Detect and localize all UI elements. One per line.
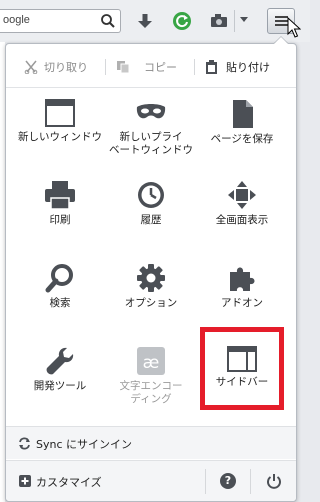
reload-extension-icon[interactable] [172, 11, 192, 31]
paste-label: 貼り付け [226, 61, 270, 74]
new-window-button[interactable]: 新しいウィンドウ [16, 99, 104, 173]
clipboard-icon [206, 59, 217, 74]
fullscreen-button[interactable]: 全画面表示 [198, 180, 286, 254]
find-label: 検索 [49, 297, 71, 309]
screenshot-icon[interactable] [209, 11, 229, 31]
new-window-label: 新しいウィンドウ [18, 131, 102, 143]
menu-separator [6, 87, 296, 88]
search-icon[interactable] [100, 13, 116, 29]
save-page-button[interactable]: ページを保存 [198, 99, 286, 173]
search-input-text: oogle [3, 14, 30, 26]
new-private-window-label: 新しいプライ ベートウィンドウ [109, 131, 193, 156]
svg-text:æ: æ [143, 353, 160, 373]
footer-divider [205, 469, 206, 494]
sync-icon [19, 437, 30, 450]
cut-label: 切り取り [44, 61, 88, 74]
history-label: 履歴 [140, 214, 162, 226]
options-button[interactable]: オプション [107, 263, 195, 337]
save-page-icon [233, 100, 253, 128]
scissors-icon [24, 60, 38, 74]
private-mask-icon [136, 104, 166, 119]
toolbar-divider [234, 10, 235, 32]
power-icon[interactable] [266, 473, 282, 489]
plus-icon [19, 475, 31, 487]
save-page-label: ページを保存 [210, 133, 274, 145]
print-button[interactable]: 印刷 [16, 180, 104, 254]
addons-label: アドオン [221, 297, 263, 309]
wrench-icon [46, 347, 74, 375]
panel-arrow-fill [274, 37, 288, 44]
addons-button[interactable]: アドオン [198, 263, 286, 337]
sync-signin-label: Sync にサインイン [36, 438, 133, 451]
edit-controls: 切り取り コピー 貼り付け [6, 52, 296, 82]
highlight-box [200, 327, 284, 410]
gear-icon [137, 264, 165, 292]
puzzle-icon [230, 267, 255, 291]
new-private-window-button[interactable]: 新しいプライ ベートウィンドウ [107, 99, 195, 173]
copy-button[interactable]: コピー [116, 52, 177, 82]
search-icon [45, 264, 73, 293]
print-label: 印刷 [49, 214, 71, 226]
new-window-icon [45, 99, 75, 127]
menu-footer: カスタマイズ ? [6, 460, 296, 501]
dropdown-arrow-icon[interactable] [238, 13, 250, 25]
mouse-cursor-icon [287, 17, 301, 38]
developer-tools-label: 開発ツール [33, 380, 87, 392]
developer-tools-button[interactable]: 開発ツール [16, 346, 104, 420]
fullscreen-label: 全画面表示 [215, 214, 269, 226]
character-encoding-label: 文字エンコー ディング [119, 380, 183, 405]
options-label: オプション [124, 297, 178, 309]
footer-divider [250, 469, 251, 494]
print-icon [45, 181, 75, 210]
fullscreen-icon [228, 181, 256, 209]
customize-label: カスタマイズ [36, 476, 102, 489]
history-clock-icon [138, 182, 164, 208]
copy-label: コピー [144, 61, 177, 74]
copy-icon [117, 61, 130, 74]
character-encoding-button[interactable]: æ 文字エンコー ディング [107, 346, 195, 420]
search-input[interactable]: oogle [0, 9, 121, 33]
history-button[interactable]: 履歴 [107, 180, 195, 254]
edit-divider [105, 59, 106, 75]
download-arrow-icon[interactable] [135, 11, 155, 31]
browser-toolbar: oogle [0, 0, 310, 42]
help-icon[interactable]: ? [220, 473, 236, 489]
main-menu-panel: 切り取り コピー 貼り付け 新しいウィンドウ 新しいプライ ベートウィンドウ ペ… [5, 43, 297, 502]
paste-button[interactable]: 貼り付け [205, 52, 270, 82]
edit-divider [194, 59, 195, 75]
sync-signin-button[interactable]: Sync にサインイン [6, 426, 296, 459]
cut-button[interactable]: 切り取り [24, 52, 88, 82]
find-button[interactable]: 検索 [16, 263, 104, 337]
encoding-icon: æ [137, 347, 165, 375]
customize-button[interactable]: カスタマイズ [6, 461, 204, 501]
